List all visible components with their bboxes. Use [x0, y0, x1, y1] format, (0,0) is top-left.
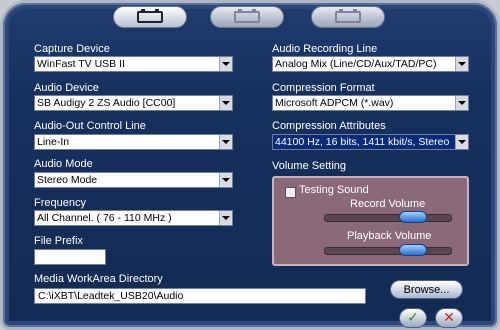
audio-mode-label: Audio Mode [34, 158, 93, 170]
compression-attributes-label: Compression Attributes [272, 120, 386, 132]
browse-button[interactable]: Browse... [390, 280, 463, 299]
audio-device-value: SB Audigy 2 ZS Audio [CC00] [37, 97, 176, 109]
record-volume-slider[interactable] [324, 211, 452, 223]
testing-sound-label: Testing Sound [299, 184, 369, 196]
chevron-down-icon[interactable] [455, 96, 468, 110]
compression-format-value: Microsoft ADPCM (*.wav) [275, 97, 394, 109]
chevron-down-icon[interactable] [219, 173, 232, 187]
volume-setting-label: Volume Setting [272, 160, 346, 172]
recording-line-value: Analog Mix (Line/CD/Aux/TAD/PC) [275, 58, 437, 70]
chevron-down-icon[interactable] [219, 135, 232, 149]
frequency-select[interactable]: All Channel. ( 76 - 110 MHz ) [34, 210, 233, 226]
tab-tv-settings[interactable] [311, 6, 385, 28]
chevron-down-icon[interactable] [455, 135, 468, 149]
compression-format-label: Compression Format [272, 82, 375, 94]
recording-line-label: Audio Recording Line [272, 43, 378, 55]
record-volume-thumb[interactable] [398, 211, 427, 223]
chevron-down-icon[interactable] [219, 96, 232, 110]
volume-panel: Testing Sound Record Volume Playback Vol… [272, 176, 469, 266]
audio-device-label: Audio Device [34, 82, 99, 94]
compression-format-select[interactable]: Microsoft ADPCM (*.wav) [272, 95, 469, 111]
audio-mode-select[interactable]: Stereo Mode [34, 172, 233, 188]
compression-attributes-value: 44100 Hz, 16 bits, 1411 kbit/s, Stereo [275, 136, 450, 148]
compression-attributes-select[interactable]: 44100 Hz, 16 bits, 1411 kbit/s, Stereo [272, 134, 469, 150]
frequency-value: All Channel. ( 76 - 110 MHz ) [37, 212, 172, 224]
settings-window: Capture Device WinFast TV USB II Audio D… [0, 0, 500, 330]
cancel-button[interactable]: ✕ [435, 308, 463, 328]
video-settings-icon [234, 9, 260, 23]
audio-device-select[interactable]: SB Audigy 2 ZS Audio [CC00] [34, 95, 233, 111]
chevron-down-icon[interactable] [219, 211, 232, 225]
recording-line-select[interactable]: Analog Mix (Line/CD/Aux/TAD/PC) [272, 56, 469, 72]
tab-video-settings[interactable] [210, 6, 284, 28]
testing-sound-checkbox[interactable] [285, 187, 296, 198]
record-volume-label: Record Volume [350, 198, 426, 210]
tab-capture-device[interactable] [113, 6, 187, 28]
capture-device-icon [137, 9, 163, 23]
file-prefix-input[interactable] [34, 249, 106, 265]
chevron-down-icon[interactable] [219, 57, 232, 71]
frequency-label: Frequency [34, 197, 86, 209]
close-icon: ✕ [443, 310, 455, 326]
audio-out-line-select[interactable]: Line-In [34, 134, 233, 150]
chevron-down-icon[interactable] [455, 57, 468, 71]
file-prefix-label: File Prefix [34, 235, 83, 247]
capture-device-value: WinFast TV USB II [37, 58, 125, 70]
audio-mode-value: Stereo Mode [37, 174, 98, 186]
playback-volume-slider[interactable] [324, 244, 452, 256]
work-area-input[interactable]: C:\iXBT\Leadtek_USB20\Audio [34, 288, 366, 304]
check-icon: ✓ [407, 310, 419, 326]
tv-settings-icon [335, 9, 361, 23]
audio-out-line-label: Audio-Out Control Line [34, 120, 146, 132]
playback-volume-thumb[interactable] [398, 244, 427, 256]
capture-device-select[interactable]: WinFast TV USB II [34, 56, 233, 72]
audio-out-line-value: Line-In [37, 136, 70, 148]
capture-device-label: Capture Device [34, 43, 110, 55]
tab-bar [3, 6, 500, 34]
ok-button[interactable]: ✓ [399, 308, 427, 328]
playback-volume-label: Playback Volume [347, 230, 432, 242]
work-area-label: Media WorkArea Directory [34, 273, 163, 285]
